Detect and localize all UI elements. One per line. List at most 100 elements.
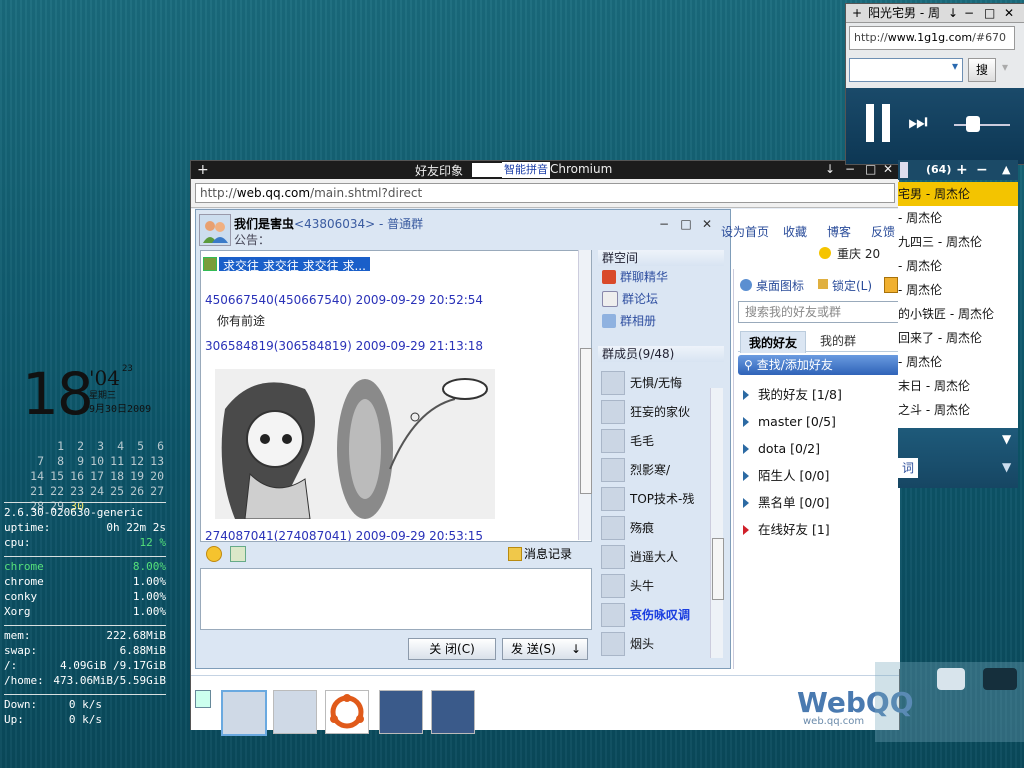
calendar-day: 4 <box>117 439 124 453</box>
playlist-handle[interactable] <box>900 162 908 178</box>
message-scrollbar[interactable] <box>578 250 592 540</box>
find-add-friend-button[interactable]: ⚲ 查找/添加好友 <box>738 355 900 375</box>
music-search-input[interactable]: ▾ <box>849 58 963 82</box>
minimize-icon[interactable]: − <box>656 216 672 232</box>
playlist-item[interactable]: 九四三 - 周杰伦 <box>898 230 1018 254</box>
address-field[interactable]: http://web.qq.com/main.shtml?direct <box>195 183 895 203</box>
maximize-icon[interactable]: □ <box>678 216 694 232</box>
group-space-digest[interactable]: 群聊精华 <box>598 266 724 288</box>
lock-link[interactable]: 锁定(L) <box>832 277 872 294</box>
start-icon[interactable] <box>195 690 211 708</box>
calendar-day: 1 <box>57 439 64 453</box>
chevron-up-icon[interactable]: ▲ <box>1002 160 1010 180</box>
message-history-button[interactable]: 消息记录 <box>524 545 572 562</box>
chat-title: 我们是害虫<43806034> - 普通群 <box>234 215 423 232</box>
selected-text[interactable]: 求交往 求交往 求交往 求... <box>219 257 370 273</box>
member-item[interactable]: 头牛 <box>598 571 710 600</box>
favorite-link[interactable]: 收藏 <box>783 223 807 240</box>
add-icon[interactable]: + <box>956 160 968 180</box>
playlist-item[interactable]: - 周杰伦 <box>898 350 1018 374</box>
member-item[interactable]: 毛毛 <box>598 426 710 455</box>
feedback-link[interactable]: 反馈 <box>871 223 895 240</box>
playlist-item[interactable]: - 周杰伦 <box>898 278 1018 302</box>
friend-search-input[interactable]: 搜索我的好友或群 <box>738 301 900 323</box>
music-player: ⏭ <box>846 88 1024 164</box>
screenshot-icon[interactable] <box>230 546 246 562</box>
disc-icon[interactable] <box>983 668 1017 690</box>
playlist-item[interactable]: 末日 - 周杰伦 <box>898 374 1018 398</box>
member-item[interactable]: 烟头 <box>598 629 710 658</box>
plus-icon[interactable]: + <box>197 162 209 178</box>
disc-icon[interactable] <box>937 668 965 690</box>
desktop-icon-link[interactable]: 桌面图标 <box>756 277 804 294</box>
playlist-item[interactable]: - 周杰伦 <box>898 254 1018 278</box>
minimize-icon[interactable]: − <box>964 4 974 22</box>
chevron-down-icon[interactable]: ▼ <box>1002 432 1011 446</box>
group-space-album[interactable]: 群相册 <box>598 310 724 332</box>
root-value: 4.09GiB /9.17GiB <box>60 659 166 672</box>
chevron-down-icon[interactable]: ▾ <box>1002 60 1008 74</box>
buddy-group[interactable]: dota [0/2] <box>734 435 900 462</box>
chevron-down-icon[interactable]: ▼ <box>1002 460 1011 474</box>
set-homepage-link[interactable]: 设为首页 <box>721 223 769 240</box>
arrow-down-icon[interactable]: ↓ <box>825 162 835 176</box>
group-space-forum[interactable]: 群论坛 <box>598 288 724 310</box>
history-icon <box>508 547 522 561</box>
sun-icon <box>819 247 831 259</box>
member-item[interactable]: TOP技术-残 <box>598 484 710 513</box>
playlist-item[interactable]: 回来了 - 周杰伦 <box>898 326 1018 350</box>
message-input[interactable] <box>200 568 592 630</box>
message-history[interactable]: 求交往 求交往 求交往 求... 450667540(450667540) 20… <box>200 250 592 542</box>
close-icon[interactable]: ✕ <box>699 216 715 232</box>
plus-icon[interactable]: + <box>852 4 862 22</box>
music-address-field[interactable]: http://www.1g1g.com/#670 <box>849 26 1015 50</box>
taskbar-group-avatar[interactable] <box>221 690 267 736</box>
maximize-icon[interactable]: □ <box>984 4 995 22</box>
member-item[interactable]: 狂妄的家伙 <box>598 397 710 426</box>
buddy-group[interactable]: 在线好友 [1] <box>734 516 900 543</box>
send-button[interactable]: 发 送(S) ↓ <box>502 638 588 660</box>
send-options-icon[interactable]: ↓ <box>571 639 581 659</box>
buddy-group[interactable]: 黑名单 [0/0] <box>734 489 900 516</box>
menu-icon[interactable] <box>884 277 898 293</box>
group-space-link: 群相册 <box>620 314 657 328</box>
playlist-item[interactable]: - 周杰伦 <box>898 206 1018 230</box>
playlist-item[interactable]: 宅男 - 周杰伦 <box>898 182 1018 206</box>
tab-my-friends[interactable]: 我的好友 <box>740 331 807 353</box>
taskbar-graduate-avatar[interactable] <box>431 690 475 734</box>
playlist-item[interactable]: 的小铁匠 - 周杰伦 <box>898 302 1018 326</box>
buddy-group[interactable]: master [0/5] <box>734 408 900 435</box>
tab-title[interactable]: 好友印象 <box>415 162 463 179</box>
taskbar-group-avatar[interactable] <box>273 690 317 734</box>
close-chat-button[interactable]: 关 闭(C) <box>408 638 496 660</box>
member-item[interactable]: 哀伤咏叹调 <box>598 600 710 629</box>
taskbar-graduate-avatar[interactable] <box>379 690 423 734</box>
lyrics-button[interactable]: 词 <box>898 458 918 478</box>
buddy-group[interactable]: 陌生人 [0/0] <box>734 462 900 489</box>
buddy-group[interactable]: 我的好友 [1/8] <box>734 381 900 408</box>
emoji-icon[interactable] <box>206 546 222 562</box>
volume-slider[interactable] <box>954 124 1010 126</box>
next-track-icon[interactable]: ⏭ <box>908 110 928 135</box>
ime-indicator[interactable]: 智能拼音 <box>502 162 550 178</box>
member-item[interactable]: 无惧/无悔 <box>598 368 710 397</box>
member-item[interactable]: 殇痕 <box>598 513 710 542</box>
music-search-button[interactable]: 搜 <box>968 58 996 82</box>
volume-icon[interactable] <box>966 116 980 132</box>
playlist-item[interactable]: 之斗 - 周杰伦 <box>898 398 1018 422</box>
page-content: 我们是害虫<43806034> - 普通群 公告： − □ ✕ 求交往 求交往 … <box>191 209 914 736</box>
cartoon-image[interactable] <box>215 369 495 520</box>
tab-my-groups[interactable]: 我的群 <box>820 332 856 349</box>
member-name: 无惧/无悔 <box>630 376 683 390</box>
remove-icon[interactable]: − <box>976 160 988 180</box>
member-item[interactable]: 逍遥大人 <box>598 542 710 571</box>
chevron-down-icon[interactable]: ▾ <box>952 59 958 73</box>
member-scrollbar[interactable] <box>710 388 724 658</box>
pause-icon[interactable] <box>866 104 874 142</box>
arrow-down-icon[interactable]: ↓ <box>948 4 958 22</box>
close-icon[interactable]: ✕ <box>1004 4 1014 22</box>
taskbar-ubuntu-avatar[interactable] <box>325 690 369 734</box>
digest-icon <box>602 270 616 284</box>
blog-link[interactable]: 博客 <box>827 223 851 240</box>
member-item[interactable]: 烈影寒/ <box>598 455 710 484</box>
